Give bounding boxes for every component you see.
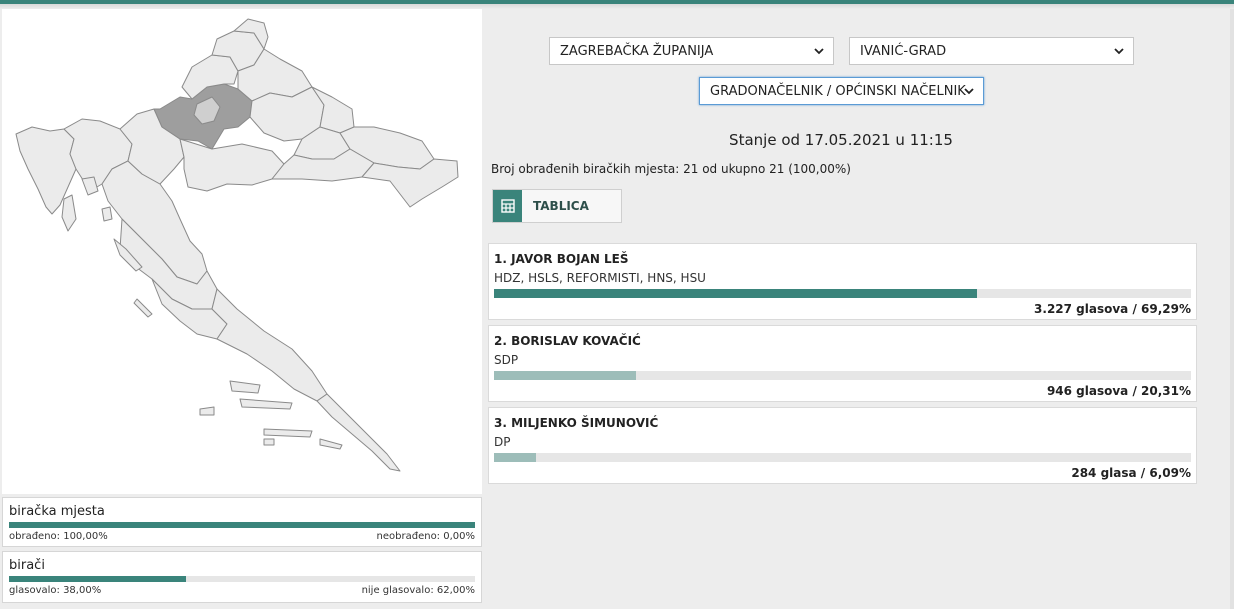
candidate-party: SDP <box>494 353 519 367</box>
candidate-votes: 946 glasova / 20,31% <box>1046 384 1191 398</box>
region-island-rab[interactable] <box>101 206 113 222</box>
region-island-mljet[interactable] <box>319 438 343 450</box>
chevron-down-icon <box>964 88 974 95</box>
croatia-map <box>2 9 482 494</box>
region-island-lastovo[interactable] <box>263 438 275 446</box>
left-panel: biračka mjesta obrađeno: 100,00% neobrađ… <box>0 9 485 609</box>
polling-stations-bar <box>9 522 475 528</box>
voters-stat: birači glasovalo: 38,00% nije glasovalo:… <box>2 551 482 603</box>
candidate-party: HDZ, HSLS, REFORMISTI, HNS, HSU <box>494 271 706 285</box>
candidate-party: DP <box>494 435 511 449</box>
chevron-down-icon <box>1114 48 1124 55</box>
status-title: Stanje od 17.05.2021 u 11:15 <box>729 131 953 149</box>
polling-stations-title: biračka mjesta <box>9 504 105 519</box>
voters-voted: glasovalo: 38,00% <box>9 585 102 596</box>
croatia-map-svg[interactable] <box>2 9 482 494</box>
table-view-button[interactable]: TABLICA <box>492 189 622 223</box>
candidate-name: 2. BORISLAV KOVAČIĆ <box>494 334 641 348</box>
polling-stations-stat: biračka mjesta obrađeno: 100,00% neobrađ… <box>2 497 482 547</box>
candidate-bar <box>494 453 1191 462</box>
candidate-bar-fill <box>494 453 537 462</box>
voters-bar-fill <box>9 576 187 582</box>
polling-stations-processed: obrađeno: 100,00% <box>9 531 108 542</box>
table-icon <box>493 190 522 222</box>
candidate-card: 2. BORISLAV KOVAČIĆ SDP 946 glasova / 20… <box>488 325 1197 402</box>
scrollbar-track[interactable] <box>1230 9 1234 609</box>
region-split[interactable] <box>211 288 328 402</box>
region-island-vis[interactable] <box>199 406 215 416</box>
region-island-korcula[interactable] <box>263 428 313 438</box>
region-island-hvar[interactable] <box>239 398 293 410</box>
candidate-bar-fill <box>494 289 977 298</box>
candidate-votes: 3.227 glasova / 69,29% <box>1034 302 1191 316</box>
region-sisak[interactable] <box>179 138 285 192</box>
region-island-cres[interactable] <box>61 194 77 232</box>
polling-stations-bar-fill <box>9 522 475 528</box>
candidate-card: 3. MILJENKO ŠIMUNOVIĆ DP 284 glasa / 6,0… <box>488 407 1197 484</box>
voters-not-voted: nije glasovalo: 62,00% <box>361 585 475 596</box>
region-dubrovnik[interactable] <box>316 393 401 472</box>
table-view-label: TABLICA <box>533 199 589 213</box>
region-island-brac[interactable] <box>229 380 261 394</box>
voters-title: birači <box>9 558 45 573</box>
voters-bar <box>9 576 475 582</box>
municipality-select-value: IVANIĆ-GRAD <box>860 44 947 59</box>
region-island-dugi-otok[interactable] <box>133 298 153 318</box>
county-select[interactable]: ZAGREBAČKA ŽUPANIJA <box>549 37 834 65</box>
processed-count: Broj obrađenih biračkih mjesta: 21 od uk… <box>491 162 851 176</box>
candidate-votes: 284 glasa / 6,09% <box>1071 466 1191 480</box>
candidate-name: 1. JAVOR BOJAN LEŠ <box>494 252 629 266</box>
municipality-select[interactable]: IVANIĆ-GRAD <box>849 37 1134 65</box>
county-select-value: ZAGREBAČKA ŽUPANIJA <box>560 44 714 59</box>
candidate-card: 1. JAVOR BOJAN LEŠ HDZ, HSLS, REFORMISTI… <box>488 243 1197 320</box>
candidate-bar-fill <box>494 371 636 380</box>
candidate-bar <box>494 289 1191 298</box>
candidate-bar <box>494 371 1191 380</box>
election-type-select-value: GRADONAČELNIK / OPĆINSKI NAČELNIK <box>710 84 966 99</box>
candidate-name: 3. MILJENKO ŠIMUNOVIĆ <box>494 416 659 430</box>
election-type-select[interactable]: GRADONAČELNIK / OPĆINSKI NAČELNIK <box>699 77 984 105</box>
polling-stations-unprocessed: neobrađeno: 0,00% <box>376 531 475 542</box>
chevron-down-icon <box>814 48 824 55</box>
